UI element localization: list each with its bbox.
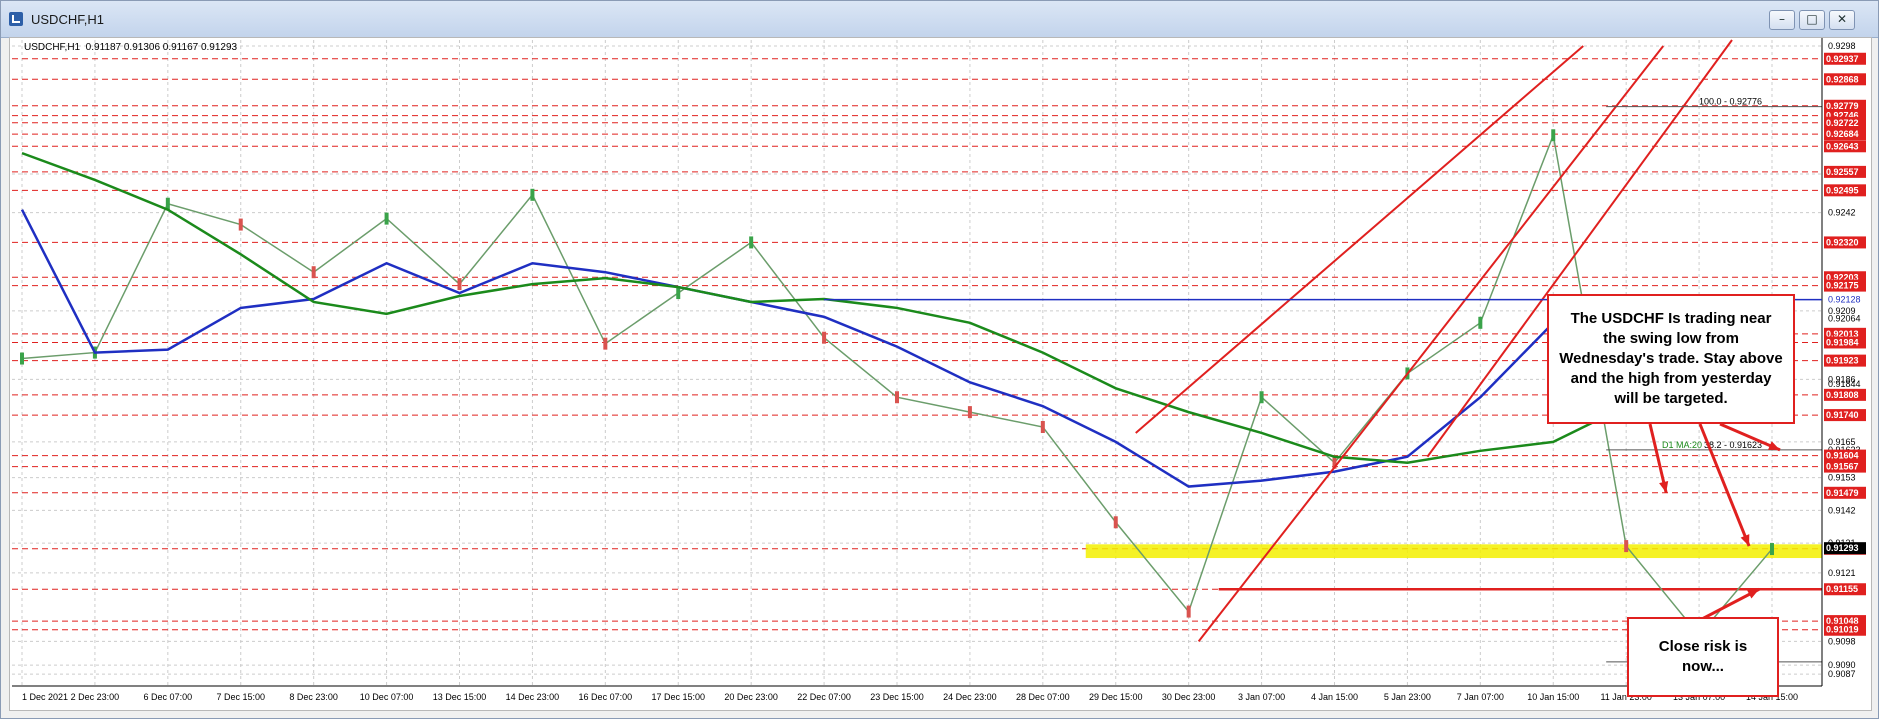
- x-tick-label: 8 Dec 23:00: [289, 692, 338, 702]
- y-tick-label: 0.9242: [1828, 208, 1856, 218]
- price-tag-label: 0.92722: [1826, 118, 1859, 128]
- candle: [1186, 605, 1191, 618]
- candle: [676, 287, 681, 300]
- price-tag-label: 0.92175: [1826, 281, 1859, 291]
- x-tick-label: 7 Jan 07:00: [1457, 692, 1504, 702]
- chart-window-icon: [9, 12, 23, 26]
- y-tick-label: 0.9098: [1828, 636, 1856, 646]
- price-tag-label: 0.91479: [1826, 488, 1859, 498]
- price-tag-label: 0.92684: [1826, 129, 1859, 139]
- candle: [238, 218, 243, 231]
- x-tick-label: 14 Dec 23:00: [506, 692, 560, 702]
- analysis-callout-text: The USDCHF Is trading near the swing low…: [1559, 310, 1783, 407]
- price-tag-label: 0.92643: [1826, 141, 1859, 151]
- maximize-button[interactable]: □: [1799, 10, 1825, 30]
- price-tag-label: 0.92937: [1826, 54, 1859, 64]
- x-tick-label: 22 Dec 07:00: [797, 692, 851, 702]
- candle: [530, 188, 535, 201]
- y-tick-label: 0.9087: [1828, 669, 1856, 679]
- x-tick-label: 20 Dec 23:00: [724, 692, 778, 702]
- price-tag-label: 0.91019: [1826, 625, 1859, 635]
- y-tick-label: 0.9298: [1828, 41, 1856, 51]
- x-tick-label: 6 Dec 07:00: [144, 692, 193, 702]
- x-tick-label: 17 Dec 15:00: [651, 692, 705, 702]
- y-axis-level-label: 0.92064: [1828, 314, 1861, 324]
- price-tag-label: 0.91923: [1826, 356, 1859, 366]
- x-tick-label: 29 Dec 15:00: [1089, 692, 1143, 702]
- candle: [822, 331, 827, 344]
- x-tick-label: 10 Dec 07:00: [360, 692, 414, 702]
- blue-level-label: 0.92128: [1828, 295, 1861, 305]
- candle: [749, 236, 754, 249]
- candle: [1770, 543, 1774, 556]
- x-tick-label: 7 Dec 15:00: [216, 692, 265, 702]
- price-tag-label: 0.92320: [1826, 237, 1859, 247]
- x-tick-label: 5 Jan 23:00: [1384, 692, 1431, 702]
- candle: [1478, 316, 1483, 329]
- risk-callout: Close risk is now...: [1627, 617, 1779, 697]
- x-tick-label: 1 Dec 2021: [22, 692, 68, 702]
- candle: [1113, 516, 1118, 529]
- price-tag-label: 0.91984: [1826, 337, 1859, 347]
- price-tag-label: 0.91740: [1826, 410, 1859, 420]
- symbol-ohlc-header: USDCHF,H1 0.91187 0.91306 0.91167 0.9129…: [24, 42, 238, 53]
- price-tag-label: 0.92495: [1826, 185, 1859, 195]
- candle: [1040, 421, 1045, 434]
- price-tag-label: 0.91155: [1826, 584, 1858, 594]
- price-tag-label: 0.92868: [1826, 74, 1859, 84]
- x-tick-label: 3 Jan 07:00: [1238, 692, 1285, 702]
- y-axis-level-label: 0.91844: [1828, 379, 1861, 389]
- candle: [20, 352, 24, 365]
- price-tag-label: 0.92779: [1826, 101, 1859, 111]
- candle: [311, 266, 316, 279]
- x-tick-label: 4 Jan 15:00: [1311, 692, 1358, 702]
- close-button[interactable]: ✕: [1829, 10, 1855, 30]
- terminal-window: USDCHF,H1 – □ ✕ 100.0 - 0.92776 38.2 - 0.…: [0, 0, 1879, 719]
- candle: [384, 212, 389, 225]
- analysis-callout: The USDCHF Is trading near the swing low…: [1547, 294, 1795, 424]
- x-tick-label: 30 Dec 23:00: [1162, 692, 1216, 702]
- chart-area[interactable]: 100.0 - 0.9277638.2 - 0.916230.0 - 0.909…: [9, 37, 1872, 711]
- minimize-button[interactable]: –: [1769, 10, 1795, 30]
- candle: [457, 278, 462, 291]
- x-tick-label: 10 Jan 15:00: [1527, 692, 1579, 702]
- price-tag-label: 0.91567: [1826, 462, 1859, 472]
- window-title: USDCHF,H1: [31, 12, 104, 27]
- callout-arrowhead: [1740, 534, 1750, 547]
- y-tick-label: 0.9142: [1828, 505, 1856, 515]
- moving-average-green: [21, 151, 1772, 464]
- candle: [603, 337, 608, 350]
- x-tick-label: 24 Dec 23:00: [943, 692, 997, 702]
- y-tick-label: 0.9121: [1828, 568, 1856, 578]
- price-tag-label: 0.91604: [1826, 451, 1859, 461]
- candle: [1259, 391, 1264, 404]
- candle: [1551, 129, 1556, 142]
- current-price-label: 0.91293: [1826, 543, 1859, 553]
- risk-callout-text: Close risk is now...: [1658, 638, 1748, 675]
- x-tick-label: 2 Dec 23:00: [71, 692, 120, 702]
- x-tick-label: 23 Dec 15:00: [870, 692, 924, 702]
- price-tag-label: 0.92557: [1826, 167, 1859, 177]
- fibonacci-level-label: 100.0 - 0.92776: [1699, 97, 1762, 107]
- title-bar[interactable]: USDCHF,H1 – □ ✕: [1, 1, 1878, 38]
- d1-ma-label: D1 MA:20: [1662, 440, 1702, 450]
- candle: [1624, 540, 1629, 553]
- candle: [895, 391, 899, 404]
- fibonacci-level-label: 38.2 - 0.91623: [1704, 440, 1762, 450]
- candle: [967, 406, 972, 419]
- x-tick-label: 16 Dec 07:00: [579, 692, 633, 702]
- y-tick-label: 0.9153: [1828, 473, 1856, 483]
- x-tick-label: 28 Dec 07:00: [1016, 692, 1070, 702]
- swing-low-zone: [1085, 544, 1822, 559]
- price-tag-label: 0.91808: [1826, 390, 1859, 400]
- trend-channel-upper: [1135, 45, 1584, 434]
- x-tick-label: 13 Dec 15:00: [433, 692, 487, 702]
